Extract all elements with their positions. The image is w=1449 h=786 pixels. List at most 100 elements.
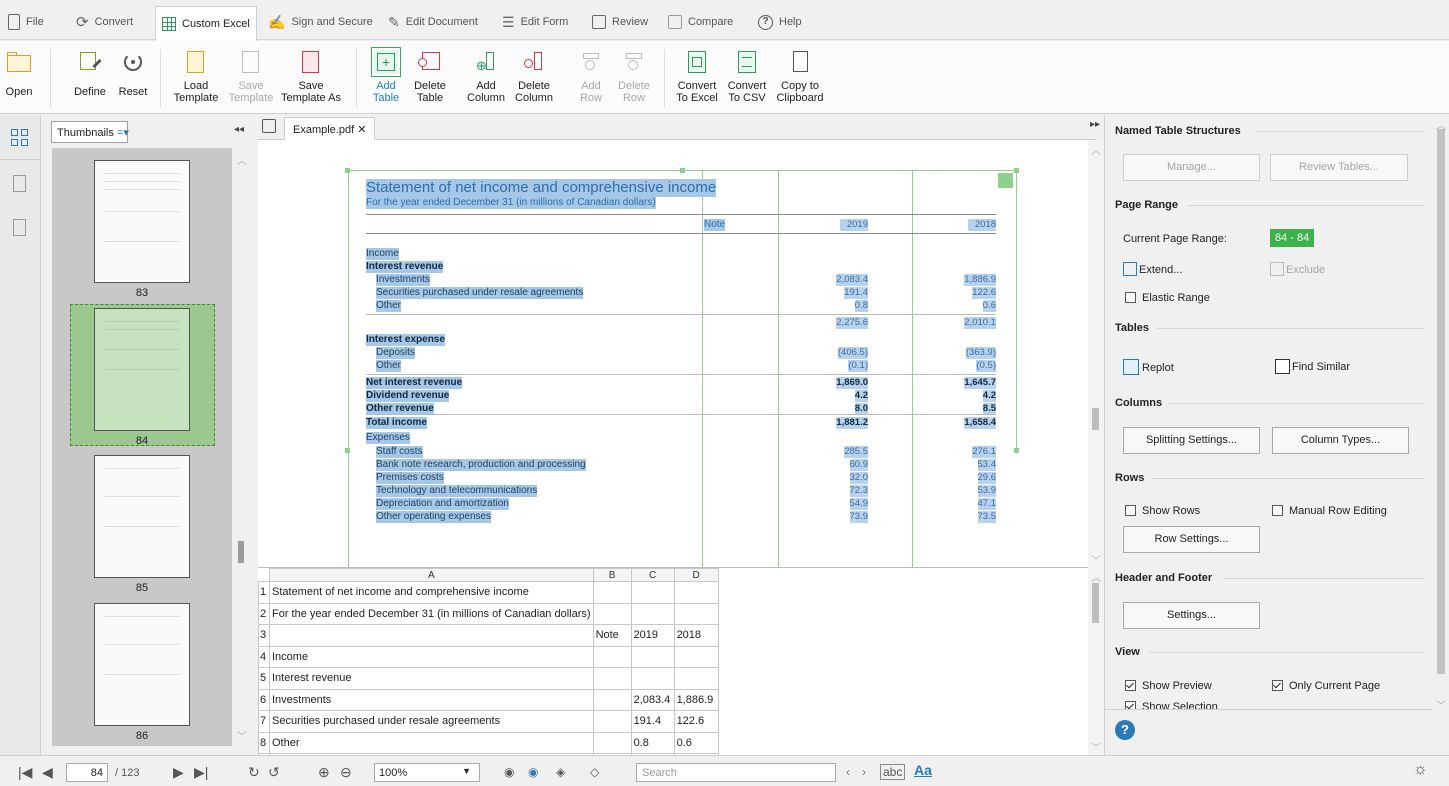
- header-footer-settings-button[interactable]: Settings...: [1123, 602, 1260, 629]
- resize-handle[interactable]: [680, 168, 685, 173]
- thumbnails-dropdown[interactable]: Thumbnails =▾: [51, 121, 129, 143]
- grid-cell[interactable]: 2018: [673, 624, 719, 647]
- document-tab-example[interactable]: Example.pdf ✕: [284, 117, 376, 140]
- grid-col-a[interactable]: A: [269, 568, 594, 582]
- grid-cell[interactable]: [592, 688, 632, 711]
- rotate-clockwise-icon[interactable]: ↻: [248, 765, 260, 779]
- manual-row-editing-checkbox[interactable]: [1272, 505, 1283, 516]
- bookmark-icon[interactable]: [13, 175, 26, 192]
- grid-cell[interactable]: [630, 645, 675, 668]
- collapse-panel-icon[interactable]: ◂◂: [234, 124, 244, 135]
- scroll-down-icon[interactable]: ﹀: [1091, 739, 1101, 754]
- tab-edit-document[interactable]: ✎ Edit Document: [382, 8, 484, 36]
- thumbnail-scrollbar[interactable]: ︿ ﹀: [234, 148, 248, 746]
- page-number-input[interactable]: 84: [66, 763, 108, 782]
- view-mode-icon[interactable]: ◈: [556, 765, 565, 779]
- table-definition-region[interactable]: Statement of net income and comprehensiv…: [345, 168, 1019, 567]
- add-column-button[interactable]: ⊕ Add Column: [464, 41, 508, 114]
- save-template-button[interactable]: Save Template: [226, 41, 276, 114]
- add-row-button[interactable]: Add Row: [574, 41, 608, 114]
- tab-file[interactable]: File: [2, 8, 50, 36]
- row-settings-button[interactable]: Row Settings...: [1123, 526, 1260, 553]
- convert-to-csv-button[interactable]: Convert To CSV: [724, 41, 770, 114]
- grid-cell[interactable]: Interest revenue: [269, 667, 594, 690]
- resize-handle[interactable]: [1014, 168, 1019, 173]
- grid-col-b[interactable]: B: [592, 568, 632, 582]
- grid-cell[interactable]: 1,886.9: [673, 688, 719, 711]
- resize-handle[interactable]: [345, 448, 350, 453]
- delete-row-button[interactable]: Delete Row: [614, 41, 654, 114]
- grid-col-c[interactable]: C: [630, 568, 675, 582]
- search-input[interactable]: Search: [636, 763, 836, 782]
- tab-help[interactable]: ? Help: [752, 8, 808, 36]
- grid-cell[interactable]: 0.6: [673, 731, 719, 754]
- resize-handle[interactable]: [1014, 448, 1019, 453]
- grid-cell[interactable]: [673, 581, 719, 604]
- grid-cell[interactable]: [592, 645, 632, 668]
- grid-col-d[interactable]: D: [673, 568, 719, 582]
- search-next-icon[interactable]: ›: [862, 765, 866, 779]
- home-icon[interactable]: [262, 119, 276, 133]
- column-divider[interactable]: [702, 170, 703, 567]
- zoom-out-icon[interactable]: ⊖: [340, 765, 352, 779]
- first-page-icon[interactable]: |◀: [18, 765, 32, 779]
- rotate-counterclockwise-icon[interactable]: ↺: [268, 765, 280, 779]
- match-case-toggle[interactable]: Aa: [914, 763, 932, 777]
- grid-cell[interactable]: [592, 731, 632, 754]
- search-previous-icon[interactable]: ‹: [846, 765, 850, 779]
- grid-cell[interactable]: 0.8: [630, 731, 675, 754]
- save-template-as-button[interactable]: Save Template As: [280, 41, 342, 114]
- replot-button[interactable]: Replot: [1123, 359, 1174, 375]
- column-divider[interactable]: [912, 170, 913, 567]
- grid-cell[interactable]: 2,083.4: [630, 688, 675, 711]
- grid-cell[interactable]: [592, 710, 632, 733]
- reset-button[interactable]: Reset: [116, 41, 150, 114]
- thumbnail-page-84[interactable]: [94, 308, 190, 431]
- add-table-button[interactable]: + Add Table: [366, 41, 406, 114]
- find-similar-button[interactable]: Find Similar: [1275, 359, 1350, 374]
- grid-cell[interactable]: 122.6: [673, 710, 719, 733]
- scroll-thumb[interactable]: [1437, 129, 1445, 674]
- convert-to-excel-button[interactable]: Convert To Excel: [674, 41, 720, 114]
- manage-button[interactable]: Manage...: [1123, 154, 1260, 181]
- review-tables-button[interactable]: Review Tables...: [1270, 154, 1408, 181]
- scroll-down-icon[interactable]: ﹀: [1091, 552, 1101, 567]
- help-icon[interactable]: ?: [1115, 720, 1135, 740]
- delete-table-button[interactable]: Delete Table: [410, 41, 450, 114]
- table-corner-marker[interactable]: [998, 173, 1013, 188]
- view-mode-active-icon[interactable]: ◉: [528, 765, 538, 779]
- grid-cell[interactable]: [673, 602, 719, 625]
- resize-handle[interactable]: [345, 168, 350, 173]
- scroll-up-icon[interactable]: ︿: [1091, 142, 1101, 157]
- grid-cell[interactable]: Other: [269, 731, 594, 754]
- tab-review[interactable]: Review: [586, 8, 654, 36]
- view-mode-icon[interactable]: ◇: [590, 765, 599, 779]
- scroll-thumb[interactable]: [1092, 583, 1099, 623]
- grid-cell[interactable]: Statement of net income and comprehensiv…: [269, 581, 594, 604]
- scroll-down-icon[interactable]: ﹀: [237, 728, 247, 743]
- grid-cell[interactable]: [592, 667, 632, 690]
- scroll-down-icon[interactable]: ﹀: [1436, 697, 1446, 712]
- pdf-page-view[interactable]: Statement of net income and comprehensiv…: [258, 140, 1088, 567]
- grid-cell[interactable]: [673, 667, 719, 690]
- grid-cell[interactable]: Securities purchased under resale agreem…: [269, 710, 594, 733]
- column-types-button[interactable]: Column Types...: [1272, 427, 1409, 454]
- elastic-range-checkbox[interactable]: [1125, 292, 1136, 303]
- column-divider[interactable]: [778, 170, 779, 567]
- define-button[interactable]: Define: [70, 41, 110, 114]
- tab-compare[interactable]: Compare: [662, 8, 739, 36]
- zoom-select[interactable]: 100% ▼: [374, 763, 480, 782]
- tab-convert[interactable]: ⟳ Convert: [70, 8, 139, 36]
- extend-button[interactable]: Extend...: [1123, 262, 1182, 276]
- last-page-icon[interactable]: ▶|: [194, 765, 208, 779]
- panel-scrollbar[interactable]: ︿ ﹀: [1433, 115, 1449, 755]
- open-button[interactable]: Open: [4, 41, 34, 114]
- thumbnail-page-86[interactable]: [94, 603, 190, 726]
- document-scrollbar[interactable]: ︿ ﹀: [1088, 140, 1104, 567]
- grid-cell[interactable]: Income: [269, 645, 594, 668]
- excel-preview-grid[interactable]: A B C D 1 Statement of net income and com…: [258, 567, 1088, 755]
- scroll-thumb[interactable]: [238, 541, 244, 563]
- match-whole-word-toggle[interactable]: abc: [880, 764, 906, 780]
- splitting-settings-button[interactable]: Splitting Settings...: [1123, 427, 1260, 454]
- grid-cell[interactable]: [673, 645, 719, 668]
